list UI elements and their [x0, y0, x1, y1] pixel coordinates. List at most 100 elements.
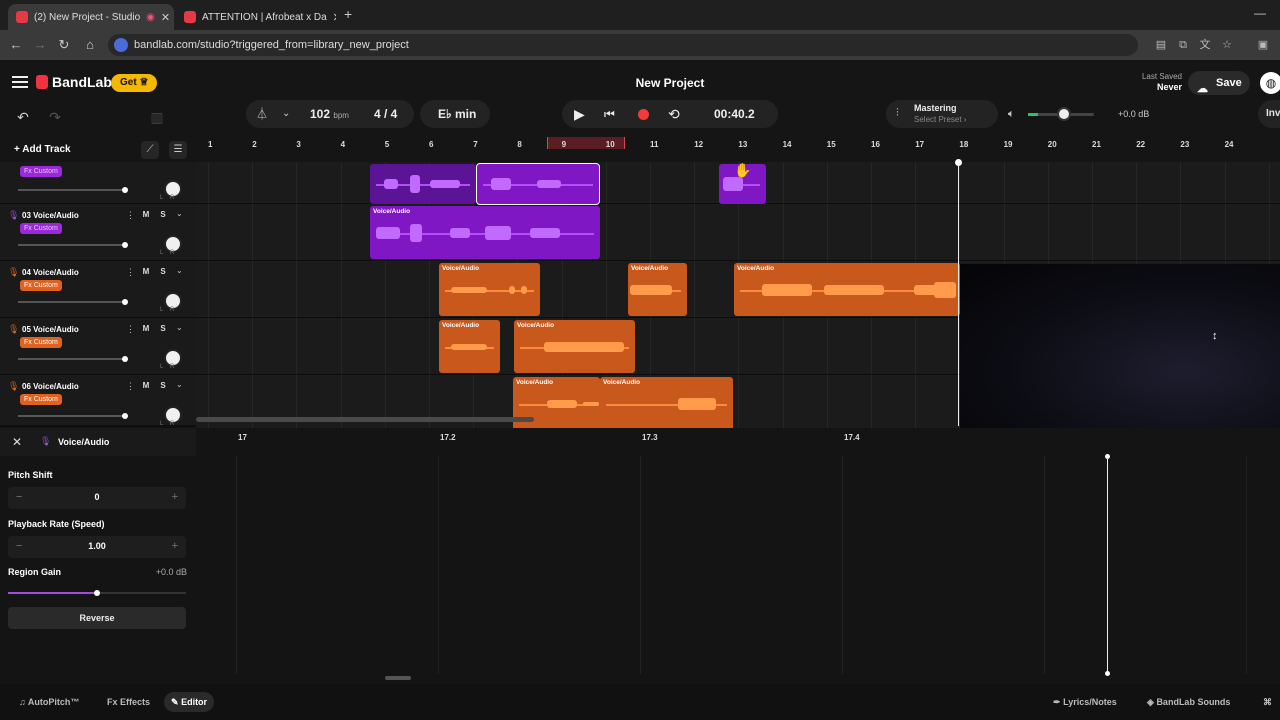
- close-tab-icon[interactable]: ✕: [161, 11, 170, 24]
- bandlab-logo[interactable]: BandLab: [36, 74, 112, 90]
- decrease-icon[interactable]: −: [16, 491, 22, 503]
- volume-thumb[interactable]: [121, 242, 128, 248]
- pitch-shift-stepper[interactable]: − 0 +: [8, 487, 186, 509]
- speaker-icon[interactable]: 🔈︎: [1008, 108, 1015, 121]
- editor-scrollbar[interactable]: [385, 676, 411, 680]
- region-gain-slider[interactable]: [8, 590, 186, 596]
- forward-icon[interactable]: →: [32, 37, 48, 53]
- key-control[interactable]: E♭ min: [438, 100, 476, 128]
- time-signature-control[interactable]: 4 / 4: [374, 100, 397, 128]
- back-icon[interactable]: ←: [8, 37, 24, 53]
- address-bar[interactable]: bandlab.com/studio?triggered_from=librar…: [108, 34, 1138, 56]
- add-track-button[interactable]: + Add Track: [8, 141, 71, 159]
- audio-region[interactable]: Voice/Audio: [734, 263, 960, 316]
- track-name[interactable]: 04 Voice/Audio: [22, 268, 79, 277]
- menu-icon[interactable]: [12, 76, 28, 88]
- more-options-icon[interactable]: ⋮: [126, 267, 135, 278]
- solo-button[interactable]: S: [156, 323, 170, 335]
- volume-thumb[interactable]: [121, 299, 128, 305]
- project-title[interactable]: New Project: [540, 76, 800, 90]
- more-options-icon[interactable]: ⋮: [126, 381, 135, 392]
- record-icon[interactable]: [638, 109, 649, 120]
- playback-rate-stepper[interactable]: − 1.00 +: [8, 536, 186, 558]
- editor-button[interactable]: ✎ Editor: [164, 692, 215, 712]
- fx-badge[interactable]: Fx Custom: [20, 394, 62, 405]
- volume-thumb[interactable]: [121, 413, 128, 419]
- track-volume-slider[interactable]: [18, 187, 128, 193]
- save-button[interactable]: ☁ Save: [1188, 71, 1250, 95]
- play-icon[interactable]: ▶: [574, 100, 585, 128]
- translate-icon[interactable]: 文: [1198, 38, 1212, 52]
- volume-thumb[interactable]: [121, 187, 128, 193]
- fx-badge[interactable]: Fx Custom: [20, 166, 62, 177]
- chevron-down-icon[interactable]: ⌄: [176, 266, 183, 275]
- track-header[interactable]: 🎙︎ 06 Voice/Audio Fx Custom ⋮ M S ⌄ L R: [0, 375, 196, 426]
- editor-ruler[interactable]: 17 17.2 17.3 17.4: [196, 428, 1280, 456]
- reverse-button[interactable]: Reverse: [8, 607, 186, 629]
- skip-to-start-icon[interactable]: ⏮: [604, 100, 615, 128]
- effects-button[interactable]: Fx Effects: [100, 692, 157, 712]
- audio-region[interactable]: Voice/Audio: [628, 263, 687, 316]
- side-panel-icon[interactable]: ▣: [1256, 38, 1270, 52]
- fx-badge[interactable]: Fx Custom: [20, 223, 62, 234]
- mute-button[interactable]: M: [139, 323, 153, 335]
- reload-icon[interactable]: ↻: [56, 37, 72, 53]
- reading-list-icon[interactable]: ▤: [1154, 38, 1168, 52]
- solo-button[interactable]: S: [156, 380, 170, 392]
- fx-badge[interactable]: Fx Custom: [20, 280, 62, 291]
- track-name[interactable]: 03 Voice/Audio: [22, 211, 79, 220]
- globe-icon[interactable]: ◍: [1260, 72, 1280, 94]
- more-options-icon[interactable]: ⋮: [126, 210, 135, 221]
- more-tools-icon[interactable]: ⌘: [1256, 692, 1279, 712]
- autopitch-button[interactable]: ♫ AutoPitch™: [12, 692, 86, 712]
- chevron-down-icon[interactable]: ⌄: [282, 100, 290, 128]
- track-volume-slider[interactable]: [18, 413, 128, 419]
- audio-region[interactable]: Voice/Audio: [439, 320, 500, 373]
- volume-thumb[interactable]: [121, 356, 128, 362]
- minimize-icon[interactable]: —: [1254, 6, 1266, 20]
- track-volume-slider[interactable]: [18, 242, 128, 248]
- audio-region[interactable]: Voice/Audio: [514, 320, 635, 373]
- fx-badge[interactable]: Fx Custom: [20, 337, 62, 348]
- playhead[interactable]: [958, 162, 959, 426]
- loop-icon[interactable]: ⟲: [668, 100, 680, 128]
- lyrics-notes-button[interactable]: ✒ Lyrics/Notes: [1046, 692, 1124, 712]
- close-icon[interactable]: ✕: [12, 435, 22, 449]
- region-gain-thumb[interactable]: [94, 590, 100, 596]
- chevron-down-icon[interactable]: ⌄: [176, 323, 183, 332]
- timeline-ruler[interactable]: 1 2 3 4 5 6 7 8 9 10 11 12 13 14 15 16 17 18 19 20 21 22 23 24: [196, 136, 1280, 162]
- solo-button[interactable]: S: [156, 209, 170, 221]
- track-name[interactable]: 05 Voice/Audio: [22, 325, 79, 334]
- pitch-shift-value[interactable]: 0: [48, 492, 146, 502]
- audio-region[interactable]: [370, 164, 476, 204]
- decrease-icon[interactable]: −: [16, 540, 22, 552]
- increase-icon[interactable]: +: [172, 540, 178, 552]
- bandlab-sounds-button[interactable]: ◈ BandLab Sounds: [1140, 692, 1237, 712]
- tempo-control[interactable]: 102 bpm: [310, 100, 349, 128]
- home-icon[interactable]: ⌂: [82, 37, 98, 53]
- mute-button[interactable]: M: [139, 209, 153, 221]
- editor-playhead[interactable]: [1107, 457, 1108, 673]
- track-header[interactable]: 🎙︎ 05 Voice/Audio Fx Custom ⋮ M S ⌄ L R: [0, 318, 196, 375]
- horizontal-scrollbar[interactable]: [196, 417, 534, 422]
- audio-region[interactable]: Voice/Audio: [370, 206, 600, 259]
- get-membership-button[interactable]: Get ♕: [111, 74, 158, 92]
- settings-sliders-icon[interactable]: ☰: [169, 141, 187, 159]
- playback-rate-value[interactable]: 1.00: [48, 541, 146, 551]
- close-tab-icon[interactable]: ✕: [333, 11, 336, 24]
- audio-region[interactable]: [476, 163, 600, 205]
- master-volume-thumb[interactable]: [1057, 107, 1072, 121]
- track-header[interactable]: 🎙︎ 03 Voice/Audio Fx Custom ⋮ M S ⌄ L R: [0, 204, 196, 261]
- magic-wand-icon[interactable]: ⟋: [141, 141, 159, 159]
- chevron-down-icon[interactable]: ⌄: [176, 380, 183, 389]
- track-header[interactable]: 🎙︎02 Voice/AudioFx Custom⋮MS⌄L R: [0, 162, 196, 204]
- editor-grid[interactable]: [196, 456, 1280, 674]
- metronome-icon[interactable]: ⏃: [256, 100, 268, 128]
- track-name[interactable]: 06 Voice/Audio: [22, 382, 79, 391]
- chevron-down-icon[interactable]: ⌄: [176, 209, 183, 218]
- mute-button[interactable]: M: [139, 380, 153, 392]
- playhead-handle[interactable]: [955, 159, 962, 166]
- site-info-icon[interactable]: [114, 38, 128, 52]
- track-header[interactable]: 🎙︎ 04 Voice/Audio Fx Custom ⋮ M S ⌄ L R: [0, 261, 196, 318]
- bookmark-star-icon[interactable]: ☆: [1220, 38, 1234, 52]
